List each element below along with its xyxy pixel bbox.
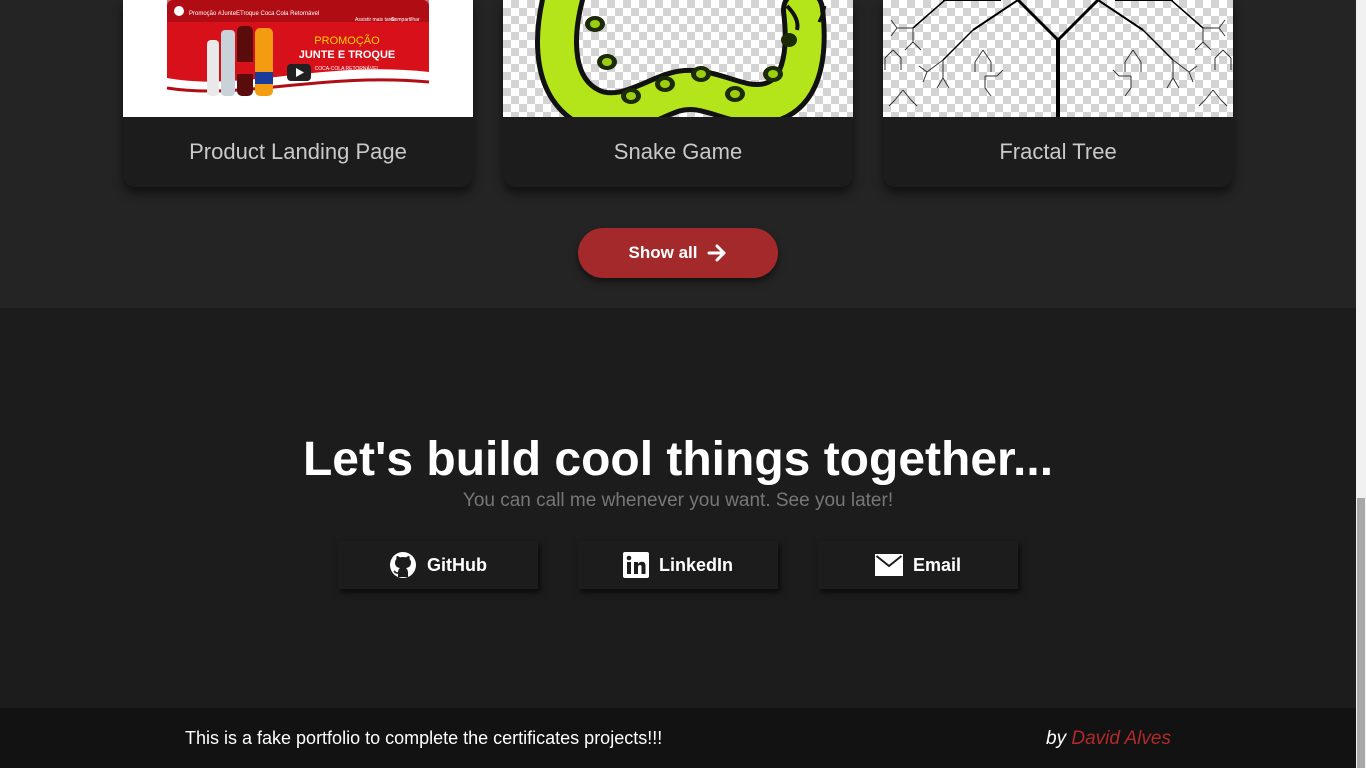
email-icon <box>874 554 903 576</box>
footer-credit: by David Alves <box>1046 728 1171 750</box>
thumb-tagline-text: COCA-COLA RETORNÁVEL <box>315 65 380 72</box>
github-icon <box>390 552 416 578</box>
arrow-right-icon <box>707 244 726 262</box>
thumb-promo-text: PROMOÇÃO <box>314 34 380 47</box>
projects-section: Promoção #JunteETroque Coca Cola Retorná… <box>0 0 1356 308</box>
vertical-scrollbar[interactable] <box>1356 0 1366 768</box>
author-link[interactable]: David Alves <box>1071 728 1171 749</box>
linkedin-icon <box>622 552 649 578</box>
show-all-label: Show all <box>628 243 698 262</box>
email-link[interactable]: Email <box>818 541 1018 589</box>
snake-game-thumbnail <box>503 0 853 117</box>
scrollbar-thumb[interactable] <box>1357 498 1365 768</box>
project-card-fractal-tree[interactable]: Fractal Tree <box>883 0 1233 187</box>
linkedin-label: LinkedIn <box>658 554 733 575</box>
project-card-title: Fractal Tree <box>999 139 1117 164</box>
project-card-product-landing[interactable]: Promoção #JunteETroque Coca Cola Retorná… <box>123 0 473 187</box>
thumb-channel-text: Promoção #JunteETroque Coca Cola Retorná… <box>189 11 319 17</box>
contact-subheading: You can call me whenever you want. See y… <box>462 490 894 511</box>
project-card-title: Product Landing Page <box>189 139 407 164</box>
thumb-headline-text: JUNTE E TROQUE <box>299 49 396 61</box>
footer: This is a fake portfolio to complete the… <box>0 708 1356 768</box>
project-card-title: Snake Game <box>613 139 743 164</box>
contact-heading: Let's build cool things together... <box>302 433 1054 486</box>
linkedin-link[interactable]: LinkedIn <box>578 541 778 589</box>
email-label: Email <box>912 554 962 575</box>
footer-note: This is a fake portfolio to complete the… <box>185 728 663 748</box>
footer-by-text: by <box>1046 728 1067 749</box>
github-link[interactable]: GitHub <box>338 541 538 589</box>
product-landing-thumbnail: Promoção #JunteETroque Coca Cola Retorná… <box>123 0 473 117</box>
show-all-button[interactable]: Show all <box>578 228 778 278</box>
contact-section: Let's build cool things together... You … <box>0 308 1356 708</box>
project-card-snake-game[interactable]: Snake Game <box>503 0 853 187</box>
thumb-watch-later-text: Assistir mais tarde <box>355 17 396 23</box>
github-label: GitHub <box>427 554 487 575</box>
fractal-tree-thumbnail <box>883 0 1233 117</box>
thumb-share-text: Compartilhar <box>391 17 420 23</box>
